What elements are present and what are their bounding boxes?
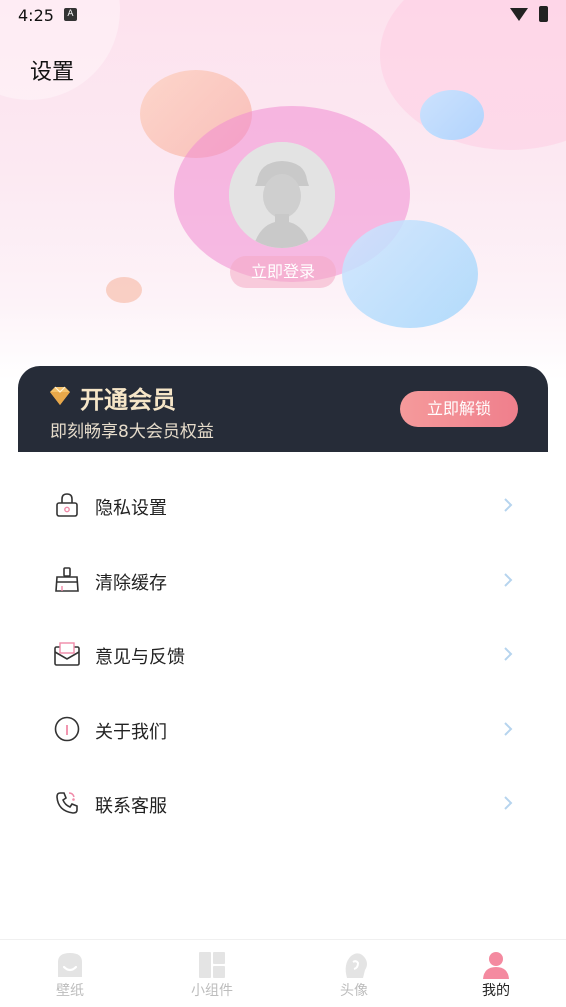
avatar-icon	[345, 953, 367, 978]
unlock-button[interactable]: 立即解锁	[400, 391, 518, 427]
menu-label-feedback: 意见与反馈	[95, 647, 185, 668]
menu-item-about[interactable]: 关于我们	[0, 692, 566, 767]
chevron-right-icon	[504, 721, 513, 736]
avatar[interactable]	[229, 142, 335, 248]
wifi-icon	[510, 8, 528, 21]
notification-icon: A	[64, 8, 77, 21]
info-icon	[54, 716, 80, 741]
decor-blob	[342, 220, 478, 328]
decor-blob	[420, 90, 484, 140]
nav-item-mine[interactable]: 我的	[456, 940, 536, 1007]
envelope-icon	[54, 642, 80, 666]
phone-icon	[56, 792, 78, 814]
diamond-icon	[50, 386, 70, 405]
chevron-right-icon	[504, 647, 513, 661]
menu-item-contact[interactable]: 联系客服	[0, 766, 566, 841]
menu-label-privacy: 隐私设置	[95, 498, 167, 519]
menu-label-clear-cache: 清除缓存	[95, 572, 167, 594]
broom-icon	[55, 566, 79, 592]
lock-icon	[56, 493, 78, 517]
profile-icon	[483, 952, 509, 979]
login-button[interactable]: 立即登录	[230, 256, 336, 288]
default-avatar-icon	[229, 142, 335, 248]
status-time: 4:25	[18, 6, 54, 25]
status-bar: 4:25 A	[0, 0, 566, 30]
wallpaper-icon	[58, 953, 82, 977]
chevron-right-icon	[504, 796, 513, 810]
chevron-right-icon	[504, 572, 513, 587]
vip-subtitle: 即刻畅享8大会员权益	[50, 422, 214, 442]
menu-item-feedback[interactable]: 意见与反馈	[0, 617, 566, 692]
menu-label-about: 关于我们	[95, 721, 167, 743]
nav-item-widget[interactable]: 小组件	[172, 940, 252, 1007]
nav-label-mine: 我的	[482, 983, 510, 999]
menu-label-contact: 联系客服	[95, 796, 167, 817]
vip-banner[interactable]: 开通会员 即刻畅享8大会员权益 立即解锁	[18, 366, 548, 452]
nav-label-avatar: 头像	[340, 983, 368, 999]
decor-blob	[106, 277, 142, 303]
nav-label-widget: 小组件	[191, 983, 233, 999]
menu-item-clear-cache[interactable]: 清除缓存	[0, 543, 566, 618]
nav-item-avatar[interactable]: 头像	[314, 940, 394, 1007]
chevron-right-icon	[504, 498, 513, 512]
widget-icon	[199, 952, 225, 978]
battery-icon	[539, 6, 548, 22]
vip-title: 开通会员	[80, 386, 176, 414]
menu-item-privacy[interactable]: 隐私设置	[0, 468, 566, 543]
settings-menu: 隐私设置 清除缓存 意见与反馈 关于我们 联系客服	[0, 468, 566, 841]
nav-item-wallpaper[interactable]: 壁纸	[30, 940, 110, 1007]
bottom-nav: 壁纸 小组件 头像 我的	[0, 939, 566, 1007]
nav-label-wallpaper: 壁纸	[56, 983, 84, 999]
page-title[interactable]: 设置	[30, 54, 74, 86]
